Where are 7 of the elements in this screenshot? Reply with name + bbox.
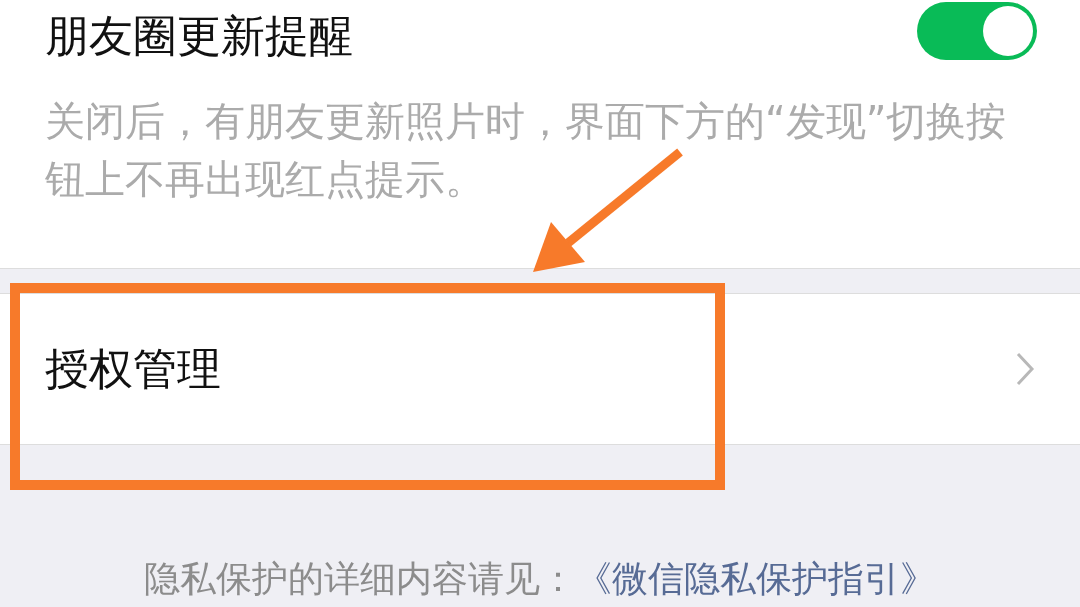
setting-label: 朋友圈更新提醒 bbox=[45, 8, 353, 63]
setting-description: 关闭后，有朋友更新照片时，界面下方的“发现”切换按钮上不再出现红点提示。 bbox=[45, 97, 1008, 204]
footer-text: 隐私保护的详细内容请见： bbox=[144, 558, 576, 599]
toggle-switch[interactable] bbox=[917, 2, 1037, 60]
authorization-row[interactable]: 授权管理 bbox=[0, 294, 1080, 445]
chevron-icon bbox=[1015, 351, 1035, 387]
privacy-guide-link[interactable]: 《微信隐私保护指引》 bbox=[576, 558, 936, 599]
